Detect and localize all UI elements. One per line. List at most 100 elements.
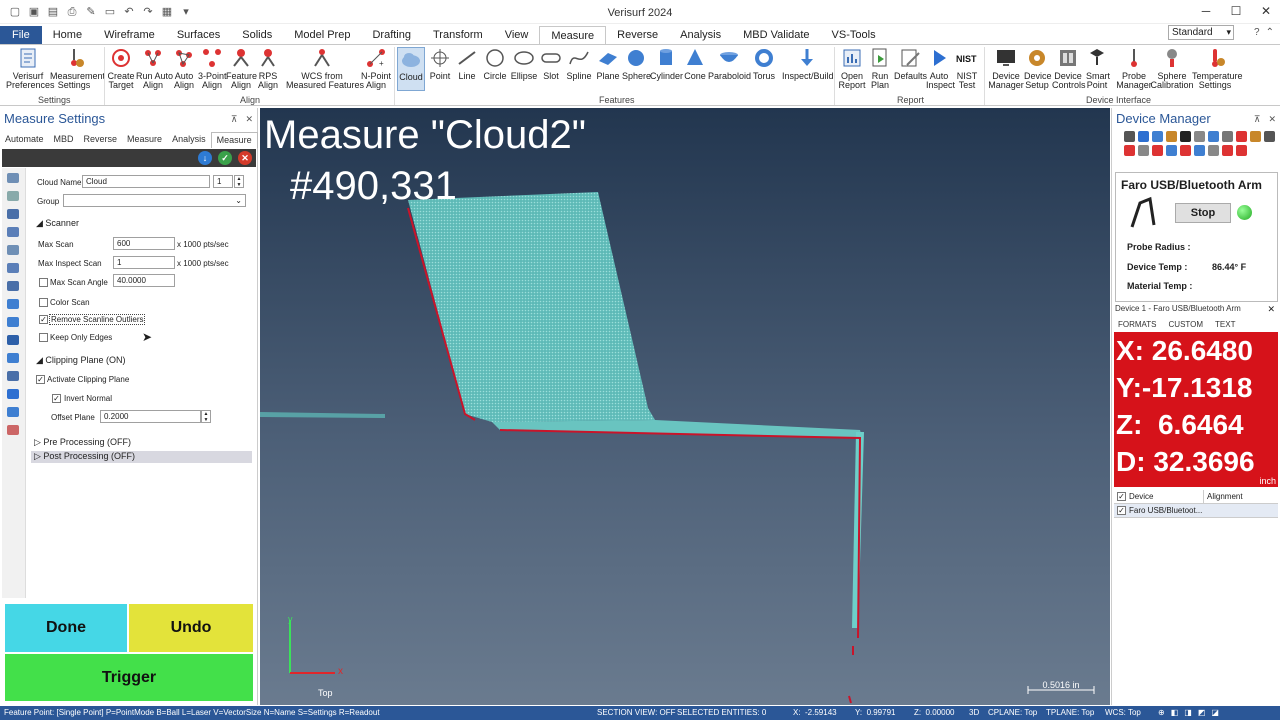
paraboloid-button[interactable]: Paraboloid [708,47,751,81]
custom-tab[interactable]: CUSTOM [1169,320,1204,329]
rps-align-button[interactable]: RPS Align [256,47,280,90]
tool-t-icon[interactable] [1236,145,1247,156]
offset-spinner[interactable]: ▲ ▼ [201,410,211,423]
status-icons[interactable]: ⊕◧◨◩◪ [1158,706,1225,720]
tab-drafting[interactable]: Drafting [361,26,422,44]
tab-surfaces[interactable]: Surfaces [166,26,231,44]
view-mode-3d[interactable]: 3D [969,706,979,720]
trigger-button[interactable]: Trigger [5,654,253,701]
inspect-build-button[interactable]: Inspect/Build [782,47,834,81]
tool-a-icon[interactable] [1124,131,1135,142]
tool-icon-1[interactable] [7,173,19,183]
max-scan-angle-checkbox[interactable] [39,278,48,287]
tab-model-prep[interactable]: Model Prep [283,26,361,44]
tab-wireframe[interactable]: Wireframe [93,26,166,44]
activate-clipping-checkbox[interactable]: ✓ [36,375,45,384]
max-inspect-input[interactable]: 1 [113,256,175,269]
slot-button[interactable]: Slot [540,47,562,81]
max-scan-input[interactable]: 600 [113,237,175,250]
device-controls-button[interactable]: Device Controls [1052,47,1086,90]
torus-button[interactable]: Torus [751,47,777,81]
offset-plane-input[interactable]: 0.2000 [100,410,201,423]
tool-b-icon[interactable] [1138,131,1149,142]
device-pin-icon[interactable]: ⊼ [1254,114,1261,125]
minimize-button[interactable]: ─ [1198,4,1214,18]
color-scan-checkbox[interactable] [39,298,48,307]
section-view-status[interactable]: SECTION VIEW: OFF [597,706,676,720]
device-manager-button[interactable]: Device Manager [988,47,1024,90]
standard-select[interactable]: Standard [1168,25,1234,40]
tool-icon-9[interactable] [7,317,19,327]
tool-icon-7[interactable] [7,281,19,291]
device-close-icon[interactable]: ✕ [1268,114,1276,125]
tplane-status[interactable]: TPLANE: Top [1046,706,1094,720]
formats-tab[interactable]: FORMATS [1118,320,1157,329]
tool-l-icon[interactable] [1124,145,1135,156]
panel-close-icon[interactable]: ✕ [245,114,253,125]
tool-m-icon[interactable] [1138,145,1149,156]
chevron-up-icon[interactable]: ⌃ [1266,27,1274,38]
cancel-x-icon[interactable]: ✕ [238,151,252,165]
tool-j-icon[interactable] [1250,131,1261,142]
help-icon[interactable]: ? [1254,27,1260,38]
cloud-index-input[interactable]: 1 [213,175,233,188]
device-header-close-icon[interactable]: ✕ [1267,304,1275,315]
pre-processing-section[interactable]: ▷ Pre Processing (OFF) [34,437,131,448]
plane-button[interactable]: Plane [595,47,621,81]
subtab-measure-settings[interactable]: Measure Settings [210,132,258,160]
subtab-reverse[interactable]: Reverse [79,132,123,148]
create-target-button[interactable]: Create Target [107,47,135,90]
tool-icon-12[interactable] [7,371,19,381]
tool-icon-5[interactable] [7,245,19,255]
done-button[interactable]: Done [5,604,127,652]
line-button[interactable]: Line [456,47,478,81]
tool-icon-15[interactable] [7,425,19,435]
run-auto-align-button[interactable]: Run Auto Align [136,47,173,90]
tool-r-icon[interactable] [1208,145,1219,156]
tool-g-icon[interactable] [1208,131,1219,142]
circle-button[interactable]: Circle [482,47,508,81]
tool-icon-10[interactable] [7,335,19,345]
scanner-section[interactable]: ◢ Scanner [36,218,79,229]
maximize-button[interactable]: ☐ [1228,4,1244,18]
subtab-automate[interactable]: Automate [0,132,49,148]
auto-inspect-button[interactable]: Auto Inspect [926,47,955,90]
tab-mbd-validate[interactable]: MBD Validate [732,26,820,44]
feature-align-button[interactable]: Feature Align [226,47,257,90]
3d-viewport[interactable]: Measure "Cloud2" #490,331 y x Top 0.5016… [260,108,1110,705]
cylinder-button[interactable]: Cylinder [650,47,683,81]
tool-o-icon[interactable] [1166,145,1177,156]
device-header-checkbox[interactable]: ✓ [1117,492,1126,501]
tool-q-icon[interactable] [1194,145,1205,156]
verisurf-preferences-button[interactable]: Verisurf Preferences [6,47,55,90]
point-button[interactable]: Point [428,47,452,81]
subtab-analysis[interactable]: Analysis [167,132,211,148]
tool-icon-6[interactable] [7,263,19,273]
tool-icon-8[interactable] [7,299,19,309]
open-report-button[interactable]: Open Report [838,47,866,90]
tool-icon-13[interactable] [7,389,19,399]
text-tab[interactable]: TEXT [1215,320,1235,329]
undo-button[interactable]: Undo [129,604,253,652]
tool-d-icon[interactable] [1166,131,1177,142]
device-row-checkbox[interactable]: ✓ [1117,506,1126,515]
n-point-align-button[interactable]: + N-Point Align [360,47,392,90]
defaults-button[interactable]: Defaults [894,47,927,81]
measurement-settings-button[interactable]: Measurement Settings [50,47,105,90]
cloud-index-spinner[interactable]: ▲ ▼ [234,175,244,188]
cloud-button[interactable]: Cloud [397,47,425,91]
tab-measure[interactable]: Measure [539,25,607,45]
smart-point-button[interactable]: Smart Point [1086,47,1110,90]
tool-p-icon[interactable] [1180,145,1191,156]
table-row[interactable]: ✓ Faro USB/Bluetoot... [1114,504,1278,518]
wcs-from-features-button[interactable]: WCS from Measured Features [286,47,364,90]
ellipse-button[interactable]: Ellipse [510,47,538,81]
post-processing-section[interactable]: ▷ Post Processing (OFF) [31,451,252,463]
3-point-align-button[interactable]: 3-Point Align [198,47,227,90]
temperature-settings-button[interactable]: Temperature Settings [1192,47,1243,90]
tool-h-icon[interactable] [1222,131,1233,142]
cone-button[interactable]: Cone [683,47,707,81]
tool-icon-2[interactable] [7,191,19,201]
remove-outliers-checkbox[interactable]: ✓ [39,315,48,324]
keep-edges-checkbox[interactable] [39,333,48,342]
